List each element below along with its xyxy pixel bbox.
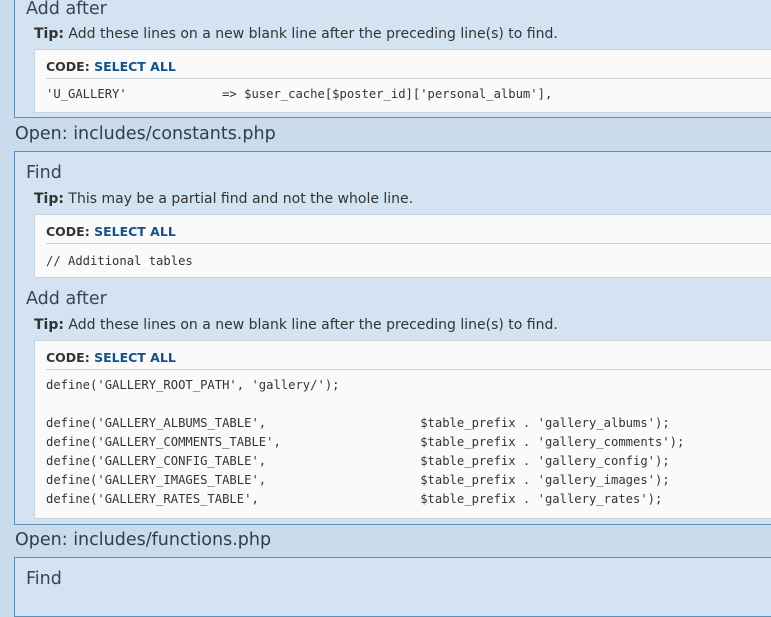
code-header: CODE: SELECT ALL <box>46 350 176 365</box>
tip-label: Tip: <box>34 317 64 333</box>
tip: Tip: Add these lines on a new blank line… <box>34 317 558 333</box>
section-title: Find <box>26 569 62 589</box>
code-line: 'U_GALLERY' => $user_cache[$poster_id]['… <box>46 87 553 101</box>
code-box: CODE: SELECT ALL define('GALLERY_ROOT_PA… <box>34 340 771 519</box>
code-box: CODE: SELECT ALL // Additional tables <box>34 214 771 278</box>
code-box: CODE: SELECT ALL 'U_GALLERY' => $user_ca… <box>34 49 771 113</box>
code-line: define('GALLERY_CONFIG_TABLE', $table_pr… <box>46 454 670 468</box>
open-file-heading: Open: includes/functions.php <box>15 530 272 550</box>
tip-text: This may be a partial find and not the w… <box>68 191 414 207</box>
code-label: CODE: <box>46 350 90 365</box>
code-divider <box>46 369 771 370</box>
find-section: Find Tip: This may be a partial find and… <box>14 151 771 525</box>
add-after-section-top: Add after Tip: Add these lines on a new … <box>14 0 771 118</box>
tip-label: Tip: <box>34 191 64 207</box>
section-title: Find <box>26 163 62 183</box>
code-header: CODE: SELECT ALL <box>46 59 176 74</box>
tip-text: Add these lines on a new blank line afte… <box>68 317 558 333</box>
select-all-link[interactable]: SELECT ALL <box>94 350 176 365</box>
add-after-title: Add after <box>26 289 107 309</box>
code-line: define('GALLERY_ROOT_PATH', 'gallery/'); <box>46 378 340 392</box>
select-all-link[interactable]: SELECT ALL <box>94 224 176 239</box>
tip: Tip: Add these lines on a new blank line… <box>34 26 558 42</box>
tip: Tip: This may be a partial find and not … <box>34 191 413 207</box>
code-line: define('GALLERY_RATES_TABLE', $table_pre… <box>46 492 663 506</box>
code-divider <box>46 78 771 79</box>
code-line: define('GALLERY_ALBUMS_TABLE', $table_pr… <box>46 416 670 430</box>
code-label: CODE: <box>46 59 90 74</box>
open-file-heading: Open: includes/constants.php <box>15 124 276 144</box>
tip-text: Add these lines on a new blank line afte… <box>68 26 558 42</box>
tip-label: Tip: <box>34 26 64 42</box>
section-title: Add after <box>26 0 107 19</box>
find-section-bottom: Find <box>14 557 771 617</box>
code-line: define('GALLERY_IMAGES_TABLE', $table_pr… <box>46 473 670 487</box>
code-divider <box>46 243 771 244</box>
code-header: CODE: SELECT ALL <box>46 224 176 239</box>
code-line: define('GALLERY_COMMENTS_TABLE', $table_… <box>46 435 685 449</box>
code-line: // Additional tables <box>46 254 193 268</box>
code-label: CODE: <box>46 224 90 239</box>
select-all-link[interactable]: SELECT ALL <box>94 59 176 74</box>
